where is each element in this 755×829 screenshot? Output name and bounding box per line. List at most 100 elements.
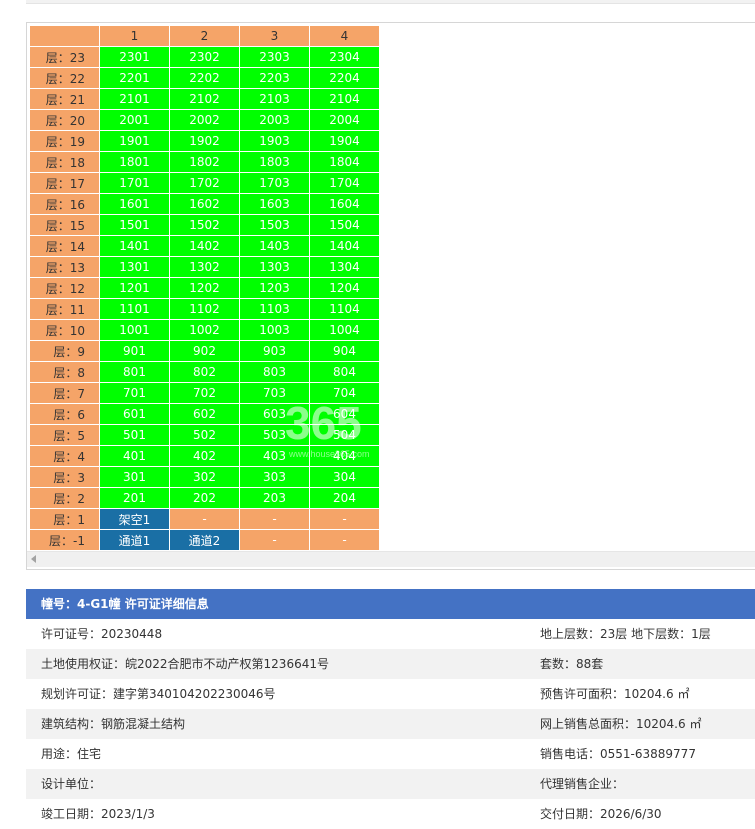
unit-cell[interactable]: 架空1 [99,508,170,530]
info-left-field: 用途：住宅 [41,747,102,761]
unit-cell[interactable]: 1001 [99,319,170,341]
unit-cell[interactable]: 1004 [309,319,380,341]
unit-cell[interactable]: 1601 [99,193,170,215]
unit-cell[interactable]: 601 [99,403,170,425]
unit-cell[interactable]: 1702 [169,172,240,194]
unit-cell[interactable]: 303 [239,466,310,488]
unit-cell[interactable]: 503 [239,424,310,446]
unit-cell[interactable]: 2103 [239,88,310,110]
unit-cell[interactable]: 202 [169,487,240,509]
unit-cell[interactable]: 703 [239,382,310,404]
unit-cell[interactable]: 1604 [309,193,380,215]
unit-cell[interactable]: 2002 [169,109,240,131]
unit-cell[interactable]: 402 [169,445,240,467]
unit-cell[interactable]: 2104 [309,88,380,110]
unit-cell[interactable]: 1901 [99,130,170,152]
unit-cell[interactable]: 603 [239,403,310,425]
info-row: 用途：住宅 销售电话：0551-63889777 [26,739,755,769]
unit-cell[interactable]: 1104 [309,298,380,320]
unit-cell[interactable]: 1203 [239,277,310,299]
unit-cell[interactable]: 1404 [309,235,380,257]
unit-cell[interactable]: 904 [309,340,380,362]
unit-cell[interactable]: 1003 [239,319,310,341]
unit-cell[interactable]: 通道1 [99,529,170,551]
unit-cell[interactable]: 803 [239,361,310,383]
unit-cell[interactable]: 1902 [169,130,240,152]
unit-cell[interactable]: 1504 [309,214,380,236]
unit-cell[interactable]: 203 [239,487,310,509]
unit-cell[interactable]: 2203 [239,67,310,89]
unit-cell[interactable]: 701 [99,382,170,404]
unit-cell[interactable]: 2301 [99,46,170,68]
unit-cell[interactable]: 1703 [239,172,310,194]
unit-cell[interactable]: 2304 [309,46,380,68]
unit-cell[interactable]: 1002 [169,319,240,341]
unit-cell[interactable]: 1801 [99,151,170,173]
unit-cell[interactable]: 1501 [99,214,170,236]
unit-cell[interactable]: 302 [169,466,240,488]
unit-cell[interactable]: 1301 [99,256,170,278]
unit-cell[interactable]: 1101 [99,298,170,320]
unit-cell[interactable]: 502 [169,424,240,446]
unit-cell[interactable]: 通道2 [169,529,240,551]
unit-cell[interactable]: 501 [99,424,170,446]
unit-cell[interactable]: 902 [169,340,240,362]
unit-cell[interactable]: 1302 [169,256,240,278]
scroll-left-icon[interactable] [31,555,36,563]
unit-cell[interactable]: 403 [239,445,310,467]
floor-label: 层：17 [29,172,100,194]
unit-cell[interactable]: 401 [99,445,170,467]
unit-cell[interactable]: 804 [309,361,380,383]
unit-cell[interactable]: 1502 [169,214,240,236]
unit-cell[interactable]: 2302 [169,46,240,68]
unit-cell[interactable]: 1303 [239,256,310,278]
unit-cell[interactable]: 504 [309,424,380,446]
unit-cell[interactable]: 1804 [309,151,380,173]
unit-cell[interactable]: 1102 [169,298,240,320]
unit-cell[interactable]: 1201 [99,277,170,299]
unit-cell[interactable]: 1103 [239,298,310,320]
unit-cell[interactable]: 1202 [169,277,240,299]
unit-cell[interactable]: 304 [309,466,380,488]
unit-cell[interactable]: 1204 [309,277,380,299]
horizontal-scrollbar[interactable] [27,551,755,567]
unit-cell[interactable]: 2004 [309,109,380,131]
floor-label: 层：18 [29,151,100,173]
unit-cell[interactable]: 2201 [99,67,170,89]
unit-cell[interactable]: 801 [99,361,170,383]
unit-cell[interactable]: 903 [239,340,310,362]
unit-cell[interactable]: 404 [309,445,380,467]
unit-cell[interactable]: 2001 [99,109,170,131]
unit-cell[interactable]: 1304 [309,256,380,278]
unit-cell[interactable]: 2204 [309,67,380,89]
unit-cell[interactable]: 1803 [239,151,310,173]
unit-cell[interactable]: 1603 [239,193,310,215]
unit-cell[interactable]: 602 [169,403,240,425]
unit-cell[interactable]: 901 [99,340,170,362]
unit-cell[interactable]: 1701 [99,172,170,194]
unit-cell[interactable]: 1401 [99,235,170,257]
unit-cell[interactable]: 301 [99,466,170,488]
unit-cell[interactable]: 201 [99,487,170,509]
unit-cell[interactable]: 2303 [239,46,310,68]
table-row: 层：19 1901 1902 1903 1904 [29,130,380,152]
unit-cell[interactable]: 2003 [239,109,310,131]
unit-cell[interactable]: 1403 [239,235,310,257]
unit-cell[interactable]: 1704 [309,172,380,194]
unit-cell[interactable]: 702 [169,382,240,404]
unit-cell[interactable]: 604 [309,403,380,425]
unit-cell[interactable]: 802 [169,361,240,383]
unit-cell[interactable]: 1903 [239,130,310,152]
unit-cell[interactable]: 1402 [169,235,240,257]
unit-cell[interactable]: 204 [309,487,380,509]
unit-cell[interactable]: 2101 [99,88,170,110]
unit-cell[interactable]: 704 [309,382,380,404]
unit-cell[interactable]: 1802 [169,151,240,173]
floor-label: 层：14 [29,235,100,257]
unit-cell[interactable]: 1602 [169,193,240,215]
unit-cell[interactable]: 1503 [239,214,310,236]
info-right-field: 交付日期：2026/6/30 [540,807,662,821]
unit-cell[interactable]: 2102 [169,88,240,110]
unit-cell[interactable]: 2202 [169,67,240,89]
unit-cell[interactable]: 1904 [309,130,380,152]
